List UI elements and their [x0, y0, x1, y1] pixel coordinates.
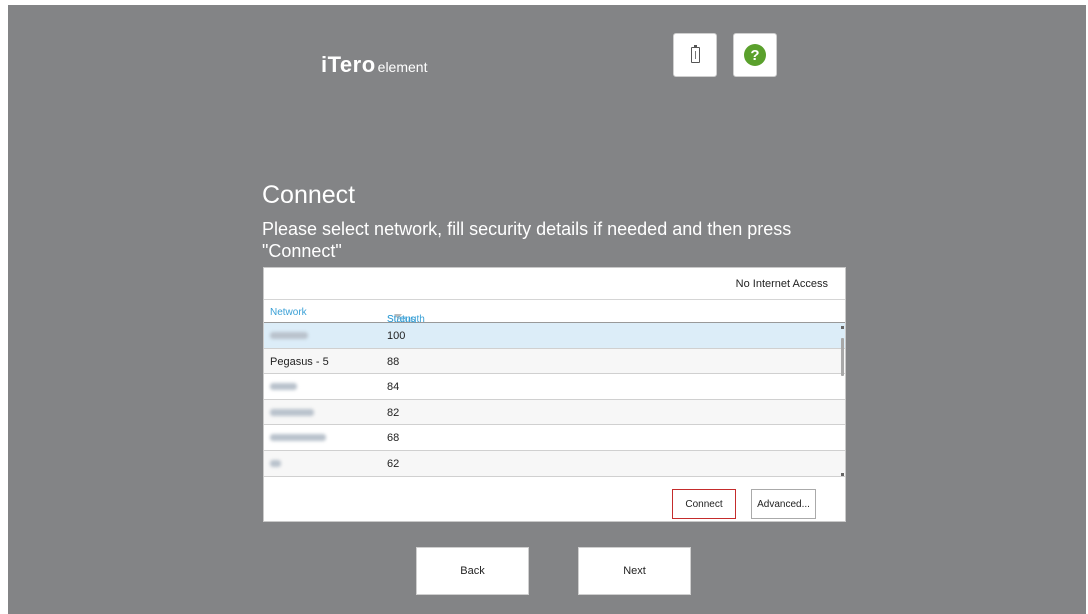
network-name: Pegasus - 5 [270, 355, 329, 368]
advanced-button[interactable]: Advanced... [751, 489, 816, 519]
setup-screen: iTero element ? Connect Please select net… [8, 5, 1086, 614]
network-column-headers: Network Strength Status [264, 300, 845, 325]
network-row[interactable]: 100 [264, 323, 845, 349]
help-icon: ? [744, 44, 766, 66]
battery-charging-icon [690, 45, 700, 63]
redacted-network-name [270, 434, 326, 442]
network-strength: 88 [387, 355, 400, 368]
redacted-network-name [270, 383, 297, 391]
network-strength: 68 [387, 432, 400, 445]
network-list-scrollbar[interactable] [837, 324, 845, 478]
help-button[interactable]: ? [733, 33, 777, 77]
connect-button[interactable]: Connect [672, 489, 736, 519]
network-row[interactable]: 68 [264, 425, 845, 451]
network-row[interactable]: Pegasus - 5 88 [264, 348, 845, 375]
back-button[interactable]: Back [416, 547, 529, 595]
page-title: Connect [262, 181, 356, 209]
battery-button[interactable] [673, 33, 717, 77]
network-panel: No Internet Access Network Strength Statu… [263, 267, 846, 522]
scroll-thumb[interactable] [841, 338, 844, 376]
network-list: 100 Pegasus - 5 88 84 82 68 62 [264, 323, 845, 477]
scroll-up-icon[interactable] [841, 326, 844, 329]
network-strength: 100 [387, 330, 406, 342]
network-strength: 82 [387, 406, 400, 419]
redacted-network-name [270, 459, 281, 467]
internet-status-text: No Internet Access [735, 277, 828, 290]
network-strength: 84 [387, 381, 400, 394]
network-row[interactable]: 62 [264, 450, 845, 477]
redacted-network-name [270, 408, 314, 416]
next-button[interactable]: Next [578, 547, 691, 595]
network-row[interactable]: 82 [264, 399, 845, 426]
instructions-text: Please select network, fill security det… [262, 219, 792, 261]
column-header-network[interactable]: Network [270, 307, 307, 318]
scroll-down-icon[interactable] [841, 473, 844, 476]
itero-logo: iTero element [321, 52, 427, 78]
redacted-network-name [270, 332, 308, 339]
network-strength: 62 [387, 457, 400, 470]
internet-status-bar: No Internet Access [264, 268, 845, 300]
logo-brand: iTero [321, 52, 376, 77]
logo-subtitle: element [377, 59, 428, 75]
network-row[interactable]: 84 [264, 374, 845, 400]
